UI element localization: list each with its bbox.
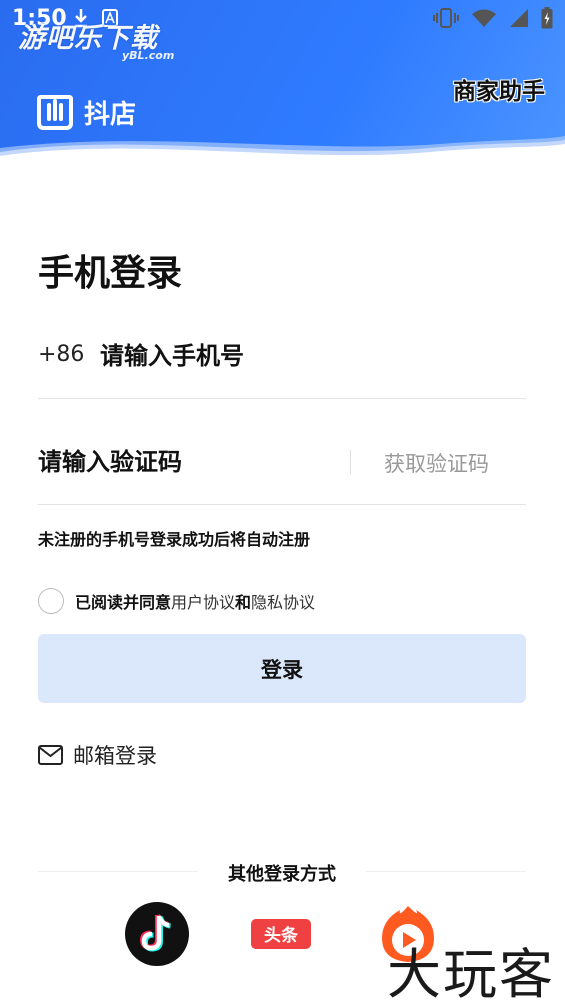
phone-row: +86 xyxy=(38,330,526,399)
user-agreement-link[interactable]: 用户协议 xyxy=(171,589,235,613)
verification-code-input[interactable] xyxy=(38,442,338,482)
agree-prefix: 已阅读并同意 xyxy=(75,593,172,612)
watermark-logo-sub: yBL.com xyxy=(122,49,175,62)
get-code-button[interactable]: 获取验证码 xyxy=(384,448,489,478)
toutiao-login-button[interactable]: 头条 xyxy=(249,902,313,966)
code-row: 获取验证码 xyxy=(38,436,526,505)
login-button[interactable]: 登录 xyxy=(38,634,526,703)
email-login-label: 邮箱登录 xyxy=(73,744,157,768)
battery-icon xyxy=(541,7,553,29)
email-login-link[interactable]: 邮箱登录 xyxy=(38,740,157,770)
watermark-bottom: 大玩客 xyxy=(387,943,555,1006)
status-icons-right xyxy=(433,7,553,29)
mail-icon xyxy=(38,745,63,765)
brand: 抖店 xyxy=(36,93,136,131)
signal-icon xyxy=(510,9,528,27)
agree-and: 和 xyxy=(235,593,252,612)
tiktok-icon xyxy=(139,914,171,952)
phone-input[interactable] xyxy=(100,336,520,376)
agree-radio[interactable] xyxy=(38,588,64,614)
toutiao-icon: 头条 xyxy=(251,919,311,949)
page-title: 手机登录 xyxy=(38,253,183,294)
other-login-title: 其他登录方式 xyxy=(228,864,336,885)
wifi-icon xyxy=(472,9,496,27)
toutiao-label: 头条 xyxy=(264,925,299,946)
code-divider xyxy=(350,450,351,474)
privacy-policy-link[interactable]: 隐私协议 xyxy=(251,589,315,613)
vibrate-icon xyxy=(433,8,459,28)
header-banner: 1:50 游吧乐下载 yBL.com 商家助手 抖店 xyxy=(0,0,565,170)
brand-name: 抖店 xyxy=(84,99,137,130)
agreement-row: 已阅读并同意 用户协议 和 隐私协议 xyxy=(38,588,315,614)
merchant-assistant-link[interactable]: 商家助手 xyxy=(453,72,545,106)
header-wave xyxy=(0,136,565,170)
country-code[interactable]: +86 xyxy=(38,342,84,367)
login-page: 1:50 游吧乐下载 yBL.com 商家助手 抖店 手机登录 +86 请输入手… xyxy=(0,0,565,1006)
other-login-header: 其他登录方式 xyxy=(38,858,526,888)
register-notice: 未注册的手机号登录成功后将自动注册 xyxy=(38,530,311,549)
doudian-logo-icon xyxy=(37,95,73,130)
tiktok-login-button[interactable] xyxy=(125,902,189,966)
